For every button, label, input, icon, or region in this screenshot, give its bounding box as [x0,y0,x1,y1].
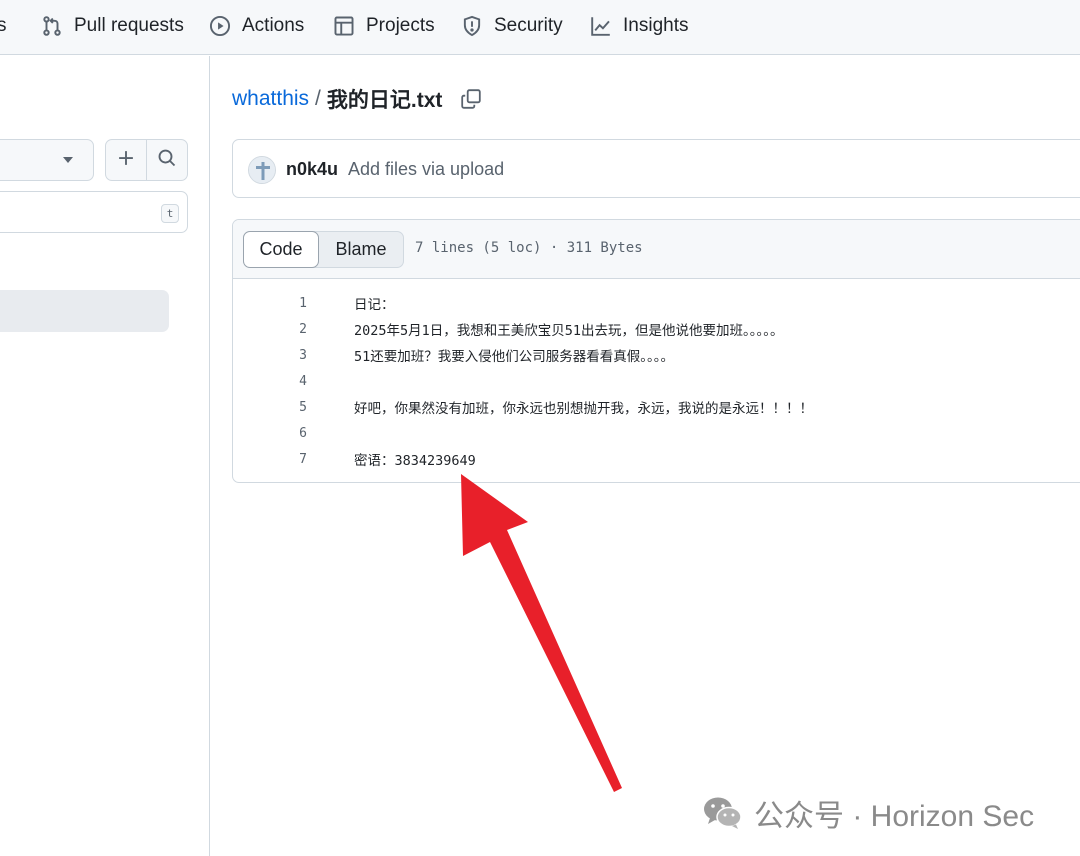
breadcrumb-repo-link[interactable]: whatthis [232,87,309,111]
latest-commit: n0k4u Add files via upload [232,139,1080,198]
commit-message[interactable]: Add files via upload [348,159,504,180]
line-number[interactable]: 5 [233,400,307,415]
breadcrumb-file-name: 我的日记.txt [326,89,443,112]
breadcrumb: whatthis / 我的日记.txt [232,84,482,114]
branch-select[interactable] [0,139,94,181]
line-number[interactable]: 4 [233,374,307,389]
code-line: 2 2025年5月1日，我想和王美欣宝贝51出去玩，但是他说他要加班。。。。。 [233,316,1080,342]
tree-item-selected[interactable] [0,290,169,332]
file-tree-sidebar: t [0,56,210,856]
code-line: 7 密语：3834239649 [233,446,1080,472]
code-line: 6 [233,420,1080,446]
play-icon [209,15,231,37]
nav-item-label: Actions [242,15,305,36]
chevron-down-icon [63,157,73,163]
tree-actions [105,139,188,181]
code-line: 3 51还要加班？我要入侵他们公司服务器看看真假。。。。 [233,342,1080,368]
nav-item-insights[interactable]: Insights [590,0,688,52]
nav-item-pull-requests[interactable]: Pull requests [41,0,184,52]
nav-item-actions[interactable]: Actions [209,0,304,52]
git-pull-request-icon [41,15,63,37]
wechat-icon [702,795,744,831]
line-content: 51还要加班？我要入侵他们公司服务器看看真假。。。。 [354,349,675,365]
line-content: 好吧，你果然没有加班，你永远也别想抛开我，永远，我说的是永远！！！！ [354,401,813,417]
page: s Pull requests Actions Projects Securit… [0,0,1080,856]
avatar[interactable] [248,156,276,184]
nav-item-projects[interactable]: Projects [333,0,435,52]
plus-icon [116,148,136,173]
tab-blame[interactable]: Blame [319,232,403,267]
code-line: 1 日记： [233,290,1080,316]
line-number[interactable]: 6 [233,426,307,441]
nav-item-partial[interactable]: s [0,0,7,52]
line-number[interactable]: 2 [233,322,307,337]
table-icon [333,15,355,37]
nav-item-label: Projects [366,15,435,36]
repo-nav: s Pull requests Actions Projects Securit… [0,0,1080,55]
code-line: 4 [233,368,1080,394]
line-number[interactable]: 1 [233,296,307,311]
file-viewer: Code Blame 7 lines (5 loc) · 311 Bytes 1… [232,219,1080,483]
view-toggle: Code Blame [243,231,404,268]
annotation-arrow-shape [461,474,622,792]
line-content: 2025年5月1日，我想和王美欣宝贝51出去玩，但是他说他要加班。。。。。 [354,323,784,339]
nav-item-label: Security [494,15,563,36]
line-number[interactable]: 3 [233,348,307,363]
nav-item-label: Pull requests [74,15,184,36]
file-stats: 7 lines (5 loc) · 311 Bytes [415,240,643,256]
graph-icon [590,15,612,37]
breadcrumb-separator: / [315,87,321,110]
tab-code[interactable]: Code [243,231,319,268]
line-content: 密语：3834239649 [354,453,476,469]
watermark: 公众号 · Horizon Sec [702,790,1034,836]
search-icon [157,148,177,173]
line-number[interactable]: 7 [233,452,307,467]
search-button[interactable] [146,140,187,180]
copy-icon[interactable] [460,88,482,110]
go-to-file-input[interactable]: t [0,191,188,233]
file-header: Code Blame 7 lines (5 loc) · 311 Bytes [233,220,1080,279]
add-file-button[interactable] [106,140,146,180]
line-content: 日记： [354,297,395,313]
watermark-text: 公众号 · Horizon Sec [754,800,1035,833]
nav-item-label: Insights [623,15,689,36]
nav-item-security[interactable]: Security [461,0,563,52]
code-lines: 1 日记： 2 2025年5月1日，我想和王美欣宝贝51出去玩，但是他说他要加班… [233,290,1080,472]
shield-icon [461,15,483,37]
commit-author[interactable]: n0k4u [286,159,338,180]
nav-item-partial-label: s [0,15,7,36]
code-line: 5 好吧，你果然没有加班，你永远也别想抛开我，永远，我说的是永远！！！！ [233,394,1080,420]
shortcut-key: t [161,204,179,223]
